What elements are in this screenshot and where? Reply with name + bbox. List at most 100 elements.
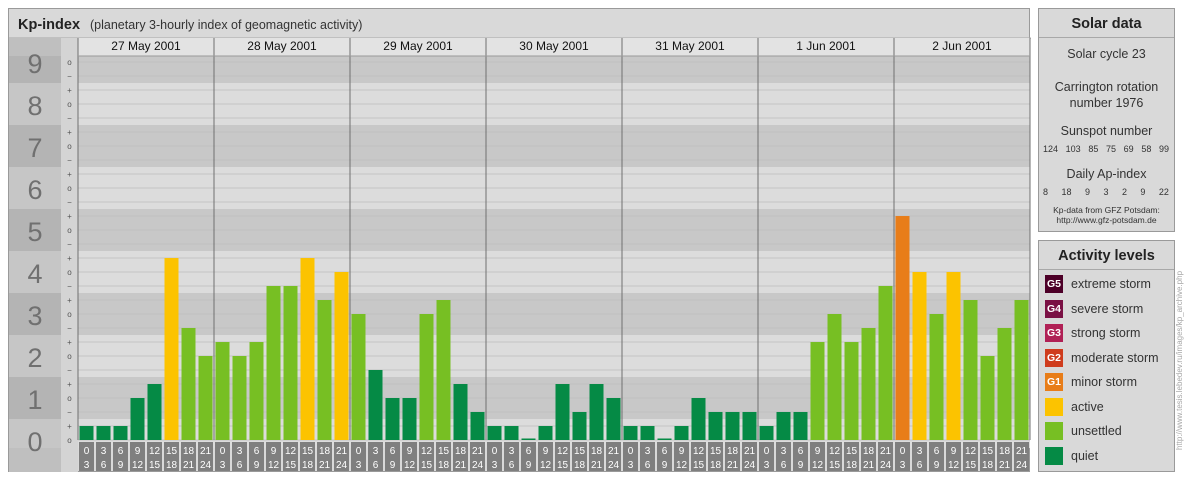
carrington-rotation-line2: number 1976	[1069, 96, 1144, 110]
interval-end-label: 24	[1016, 460, 1028, 471]
interval-end-label: 9	[526, 460, 532, 471]
kp-chart-panel: Kp-index (planetary 3-hourly index of geo…	[8, 8, 1031, 472]
interval-end-label: 18	[166, 460, 178, 471]
interval-end-label: 3	[356, 460, 362, 471]
interval-start-label: 12	[285, 446, 297, 457]
interval-start-label: 3	[917, 446, 923, 457]
kp-bar	[453, 384, 468, 440]
interval-start-label: 18	[863, 446, 875, 457]
kp-bar	[895, 216, 910, 440]
y-sub-tick: o	[67, 100, 72, 109]
y-sub-tick: −	[67, 408, 72, 417]
kp-bar	[96, 426, 111, 440]
interval-end-label: 24	[200, 460, 212, 471]
interval-start-label: 6	[662, 446, 668, 457]
interval-end-label: 18	[438, 460, 450, 471]
y-tick-label: 9	[27, 49, 42, 79]
kp-bar	[827, 314, 842, 440]
legend-item: G5 extreme storm	[1039, 272, 1174, 297]
y-sub-tick: o	[67, 436, 72, 445]
activity-levels-title: Activity levels	[1039, 241, 1174, 270]
interval-start-label: 3	[781, 446, 787, 457]
kp-bar	[402, 398, 417, 440]
kp-bar	[657, 438, 672, 440]
kp-bar	[368, 369, 383, 440]
legend-label: unsettled	[1071, 424, 1122, 439]
interval-start-label: 15	[302, 446, 314, 457]
interval-start-label: 9	[271, 446, 277, 457]
y-tick-label: 3	[27, 301, 42, 331]
interval-start-label: 18	[999, 446, 1011, 457]
interval-start-label: 3	[101, 446, 107, 457]
interval-end-label: 12	[676, 460, 688, 471]
kp-bar	[759, 426, 774, 440]
interval-start-label: 9	[407, 446, 413, 457]
interval-end-label: 3	[764, 460, 770, 471]
kp-bar	[538, 426, 553, 440]
kp-bar	[980, 356, 995, 440]
kp-bar	[504, 426, 519, 440]
interval-start-label: 0	[764, 446, 770, 457]
day-label: 28 May 2001	[247, 39, 317, 53]
credit-link[interactable]: http://www.gfz-potsdam.de	[1039, 215, 1174, 225]
credit-line-1: Kp-data from GFZ Potsdam:	[1053, 205, 1160, 215]
interval-end-label: 12	[948, 460, 960, 471]
interval-start-label: 12	[829, 446, 841, 457]
legend-label: moderate storm	[1071, 350, 1159, 365]
legend-item: quiet	[1039, 444, 1174, 469]
interval-start-label: 18	[183, 446, 195, 457]
interval-end-label: 18	[574, 460, 586, 471]
interval-end-label: 24	[880, 460, 892, 471]
interval-end-label: 6	[373, 460, 379, 471]
interval-end-label: 24	[336, 460, 348, 471]
ap-value: 8	[1043, 187, 1049, 197]
interval-end-label: 21	[727, 460, 739, 471]
interval-end-label: 3	[900, 460, 906, 471]
y-sub-tick: +	[67, 422, 72, 431]
y-tick-label: 5	[27, 217, 42, 247]
y-sub-tick: o	[67, 268, 72, 277]
interval-end-label: 6	[509, 460, 515, 471]
legend-item: G1 minor storm	[1039, 370, 1174, 395]
legend-swatch	[1045, 397, 1063, 416]
kp-bar	[997, 327, 1012, 440]
data-credit: Kp-data from GFZ Potsdam: http://www.gfz…	[1039, 205, 1174, 225]
interval-end-label: 12	[812, 460, 824, 471]
kp-bar	[470, 411, 485, 440]
interval-start-label: 21	[744, 446, 756, 457]
kp-bar	[572, 411, 587, 440]
legend-item: unsettled	[1039, 419, 1174, 444]
interval-end-label: 6	[645, 460, 651, 471]
plot-layer: Kp-index (planetary 3-hourly index of geo…	[9, 17, 1031, 472]
sunspot-value: 58	[1141, 144, 1152, 154]
interval-start-label: 9	[543, 446, 549, 457]
interval-end-label: 3	[84, 460, 90, 471]
legend-swatch: G2	[1045, 348, 1063, 367]
legend-label: active	[1071, 399, 1104, 414]
y-sub-tick: o	[67, 58, 72, 67]
interval-start-label: 12	[693, 446, 705, 457]
watermark: http://www.tesis.lebedev.ru/images/kp_ar…	[1175, 248, 1184, 472]
kp-bar	[79, 426, 94, 440]
interval-end-label: 6	[917, 460, 923, 471]
kp-bar	[436, 300, 451, 440]
interval-end-label: 24	[608, 460, 620, 471]
y-tick-label: 4	[27, 259, 42, 289]
kp-bar	[113, 426, 128, 440]
legend-item: G2 moderate storm	[1039, 346, 1174, 371]
kp-bar	[317, 300, 332, 440]
kp-bar	[198, 356, 213, 440]
ap-value: 22	[1158, 187, 1169, 197]
y-tick-label: 7	[27, 133, 42, 163]
kp-bar	[963, 300, 978, 440]
y-tick-label: 1	[27, 385, 42, 415]
y-sub-tick: o	[67, 184, 72, 193]
interval-end-label: 9	[934, 460, 940, 471]
y-sub-tick: +	[67, 170, 72, 179]
kp-bar	[164, 258, 179, 440]
sunspot-value: 69	[1123, 144, 1134, 154]
day-label: 31 May 2001	[655, 39, 725, 53]
interval-start-label: 9	[815, 446, 821, 457]
interval-start-label: 15	[710, 446, 722, 457]
legend-swatch	[1045, 446, 1063, 465]
